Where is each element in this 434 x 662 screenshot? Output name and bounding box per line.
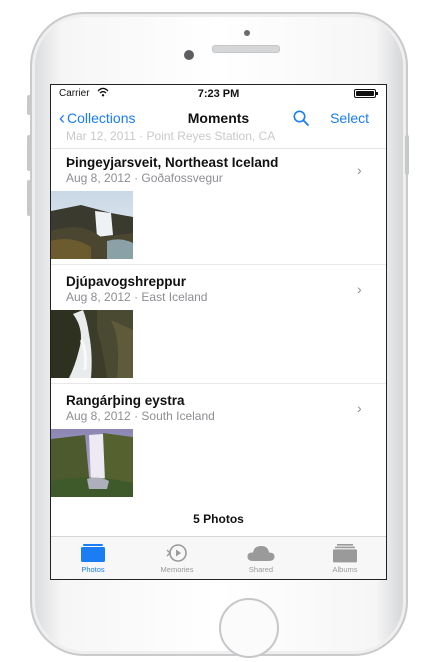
tab-shared[interactable]: Shared [219,537,303,579]
moment-title: Rangárþing eystra [66,393,185,408]
status-bar: Carrier 7:23 PM [51,85,386,103]
moment-subtitle: Aug 8, 2012 · East Iceland [66,290,207,304]
tab-albums[interactable]: Albums [303,537,386,579]
separator-dot: · [134,171,139,185]
separator-dot: · [134,290,139,304]
volume-up-button [27,135,31,171]
separator-dot: · [139,129,144,143]
search-icon [293,110,309,126]
photo-thumbnail[interactable] [51,429,133,497]
albums-icon [333,544,357,563]
tab-memories[interactable]: Memories [135,537,219,579]
tab-label: Photos [81,565,105,574]
navigation-bar: ‹ Collections Moments Select [51,103,386,131]
tab-label: Memories [160,565,194,574]
photo-thumbnail[interactable] [51,310,133,378]
front-camera [184,50,194,60]
moment-title: Djúpavogshreppur [66,274,187,289]
power-button [405,135,409,175]
moment-subtitle: Aug 8, 2012 · Goðafossvegur [66,171,223,185]
memories-icon [166,544,187,562]
chevron-right-icon[interactable]: › [357,281,362,297]
moment-section[interactable]: Djúpavogshreppur Aug 8, 2012 · East Icel… [51,274,386,384]
home-button[interactable] [219,598,279,658]
back-button[interactable]: ‹ Collections [59,108,136,128]
photos-icon [81,544,105,562]
photo-count: 5 Photos [193,512,244,526]
tab-label: Albums [332,565,358,574]
tab-photos[interactable]: Photos [51,537,135,579]
search-button[interactable] [292,109,310,127]
status-time: 7:23 PM [197,88,240,100]
earpiece-speaker [212,45,280,53]
tab-label: Shared [248,565,274,574]
tab-bar: Photos Memories Shared Albums [51,536,386,579]
divider [51,383,386,384]
photo-thumbnail[interactable] [51,191,133,259]
divider [51,148,386,149]
mute-switch [27,95,31,115]
divider [51,264,386,265]
back-button-label: Collections [67,110,136,126]
volume-down-button [27,180,31,216]
chevron-right-icon[interactable]: › [357,400,362,416]
phone-screen: Carrier 7:23 PM Mar 12, 2011 · Point Rey… [50,84,387,580]
moment-section[interactable]: Rangárþing eystra Aug 8, 2012 · South Ic… [51,393,386,503]
moment-place: Goðafossvegur [141,171,223,185]
moment-section[interactable]: Þingeyjarsveit, Northeast Iceland Aug 8,… [51,155,386,265]
select-button[interactable]: Select [330,110,369,126]
previous-moment-place: Point Reyes Station, CA [146,129,276,143]
moment-place: South Iceland [141,409,215,423]
cloud-icon [247,546,275,561]
battery-icon [354,89,378,98]
moment-place: East Iceland [141,290,208,304]
moment-date: Aug 8, 2012 [66,290,131,304]
moment-title: Þingeyjarsveit, Northeast Iceland [66,155,279,170]
chevron-right-icon[interactable]: › [357,162,362,178]
moment-date: Aug 8, 2012 [66,409,131,423]
previous-moment-date: Mar 12, 2011 [66,129,136,143]
moment-subtitle: Aug 8, 2012 · South Iceland [66,409,215,423]
separator-dot: · [134,409,139,423]
moment-date: Aug 8, 2012 [66,171,131,185]
previous-moment-row[interactable]: Mar 12, 2011 · Point Reyes Station, CA [66,129,275,143]
proximity-sensor [244,30,250,36]
chevron-left-icon: ‹ [59,108,65,128]
